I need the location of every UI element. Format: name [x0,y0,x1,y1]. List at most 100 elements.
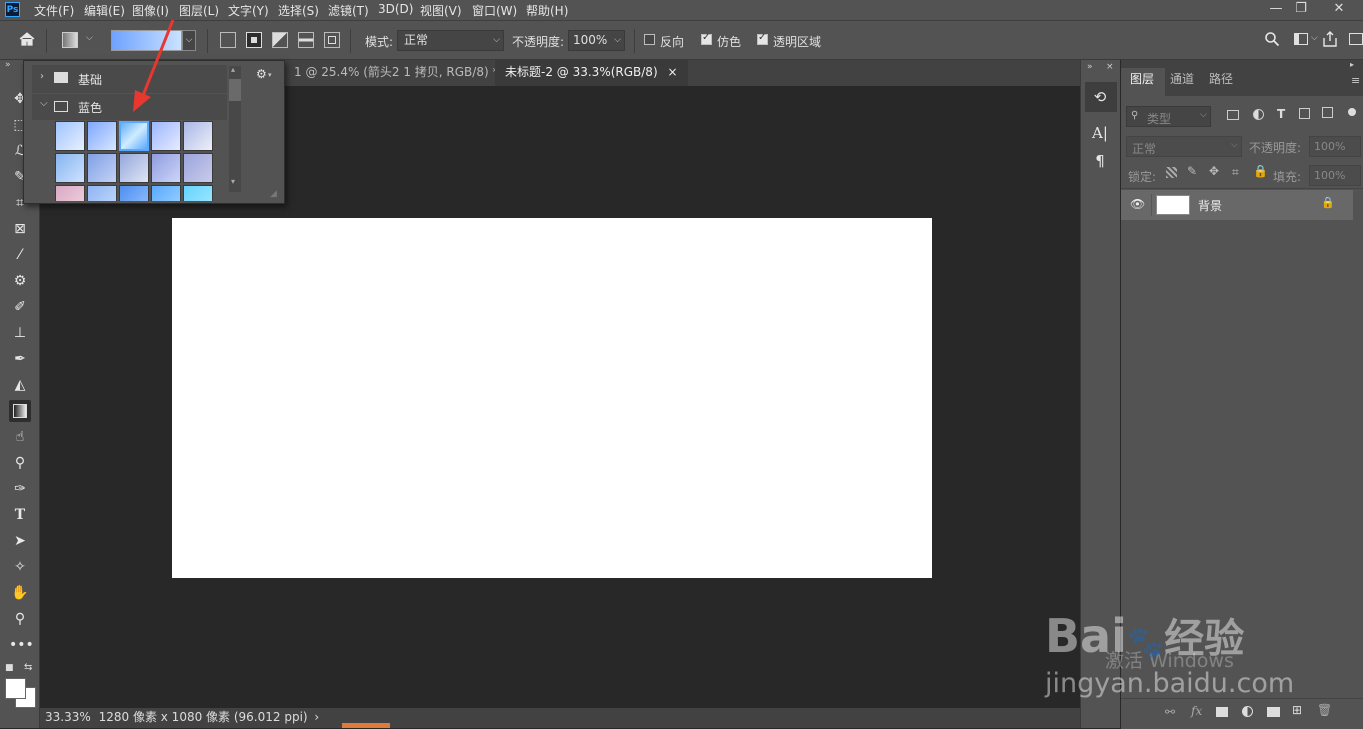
chevron-down-icon[interactable]: ⌵ [86,33,93,43]
mode-select[interactable]: 正常 ⌵ [397,30,504,51]
collapse-icon[interactable]: » [5,60,11,70]
document-canvas[interactable] [172,218,932,578]
tab-document-1[interactable]: 1 @ 25.4% (箭头2 1 拷贝, RGB/8) * × [284,60,528,86]
menu-type[interactable]: 文字(Y) [228,2,269,19]
pen-tool-icon[interactable]: ✑ [9,478,31,500]
menu-edit[interactable]: 编辑(E) [84,2,125,19]
filter-shape-icon[interactable] [1299,108,1310,119]
menu-filter[interactable]: 滤镜(T) [328,2,369,19]
menu-layer[interactable]: 图层(L) [179,2,219,19]
expand-icon[interactable]: » [1087,62,1093,72]
gradient-swatch-selected[interactable] [119,121,149,151]
layer-filter-select[interactable]: ⚲ 类型 ⌵ [1126,106,1211,127]
gradient-swatch[interactable] [183,121,213,151]
scrollbar-thumb[interactable] [229,79,241,101]
chevron-right-icon[interactable]: › [40,71,44,82]
chevron-down-icon[interactable]: ⌵ [40,98,48,109]
lock-transparent-icon[interactable] [1166,167,1177,178]
chevron-down-icon[interactable]: ⌵ [1311,33,1318,43]
gradient-swatch[interactable] [183,185,213,201]
tab-paths[interactable]: 路径 [1209,70,1233,87]
healing-tool-icon[interactable]: ⚙ [9,270,31,292]
scroll-up-icon[interactable]: ▴ [231,65,235,74]
lock-artboard-icon[interactable]: ⌗ [1232,165,1239,180]
filter-smartobject-icon[interactable] [1322,107,1333,118]
brush-tool-icon[interactable]: ✐ [9,296,31,318]
history-icon[interactable]: ⟲ [1089,86,1111,108]
minimize-button[interactable]: — [1265,0,1287,18]
folder-icon[interactable] [1267,707,1280,717]
filter-type-icon[interactable]: T [1277,107,1285,121]
close-window-button[interactable]: ✕ [1328,0,1350,18]
diamond-gradient-icon[interactable] [324,32,340,48]
dither-checkbox[interactable] [701,32,712,45]
layer-name[interactable]: 背景 [1198,197,1222,214]
dodge-tool-icon[interactable]: ⚲ [9,452,31,474]
photoshop-logo[interactable]: Ps [5,2,20,17]
smudge-tool-icon[interactable]: ☝ [9,426,31,448]
path-select-tool-icon[interactable]: ➤ [9,530,31,552]
filter-adjustment-icon[interactable] [1253,109,1264,120]
swap-colors-icon[interactable]: ⇆ [24,662,32,673]
radial-gradient-icon[interactable] [246,32,262,48]
layer-opacity-field[interactable]: 100% [1309,136,1361,157]
paragraph-icon[interactable]: ¶ [1089,150,1111,172]
fx-icon[interactable]: fx [1191,704,1202,718]
gradient-swatch[interactable] [87,185,117,201]
eraser-tool-icon[interactable]: ◭ [9,374,31,396]
lock-all-icon[interactable]: 🔒 [1253,164,1268,178]
gradient-swatch[interactable] [87,153,117,183]
trash-icon[interactable]: 🗑 [1317,703,1332,717]
fill-field[interactable]: 100% [1309,165,1361,186]
foreground-color-swatch[interactable] [5,678,26,699]
workspace-icon[interactable] [1294,33,1308,45]
menu-select[interactable]: 选择(S) [278,2,319,19]
opacity-field[interactable]: 100% ⌵ [568,30,625,51]
shape-tool-icon[interactable]: ✧ [9,556,31,578]
eye-icon[interactable]: 👁 [1130,197,1145,211]
restore-button[interactable]: ❐ [1290,0,1312,18]
linear-gradient-icon[interactable] [220,32,236,48]
gradient-swatch[interactable] [151,121,181,151]
lock-position-icon[interactable]: ✥ [1209,164,1219,178]
zoom-tool-icon[interactable]: ⚲ [9,608,31,630]
gradient-tool-icon[interactable] [9,400,31,422]
character-icon[interactable]: A| [1089,122,1111,144]
gradient-swatch[interactable] [151,185,181,201]
tab-layers[interactable]: 图层 [1130,70,1154,87]
new-layer-icon[interactable]: ⊞ [1292,703,1302,717]
menu-file[interactable]: 文件(F) [34,2,74,19]
default-colors-icon[interactable]: ■ [5,663,14,673]
close-icon[interactable]: × [1106,62,1114,72]
gradient-swatch[interactable] [55,121,85,151]
stamp-tool-icon[interactable]: ⊥ [9,322,31,344]
tab-channels[interactable]: 通道 [1170,70,1194,87]
menu-image[interactable]: 图像(I) [132,2,169,19]
history-brush-tool-icon[interactable]: ✒ [9,348,31,370]
eyedropper-tool-icon[interactable]: ⁄ [9,244,31,266]
reverse-checkbox[interactable] [644,34,655,45]
gradient-swatch[interactable] [55,153,85,183]
panel-menu-icon[interactable]: ≡ [1351,74,1360,87]
lock-pixels-icon[interactable]: ✎ [1187,164,1197,178]
filter-pixel-icon[interactable] [1227,110,1239,120]
more-tools-icon[interactable]: ••• [9,634,34,656]
menu-help[interactable]: 帮助(H) [526,2,568,19]
panel-toggle-icon[interactable] [1349,33,1363,45]
adjustment-icon[interactable] [1242,706,1253,717]
transparency-checkbox[interactable] [757,32,768,45]
link-icon[interactable]: ⚯ [1165,705,1175,719]
blend-mode-select[interactable]: 正常 ⌵ [1126,136,1242,157]
gradient-swatch[interactable] [119,153,149,183]
gradient-swatch[interactable] [119,185,149,201]
search-icon[interactable] [1264,31,1280,50]
gradient-tool-preset-icon[interactable] [62,32,78,48]
hand-tool-icon[interactable]: ✋ [9,582,31,604]
zoom-level[interactable]: 33.33% [45,710,91,724]
home-icon[interactable] [18,30,36,51]
type-tool-icon[interactable]: T [9,504,31,526]
reflected-gradient-icon[interactable] [298,32,314,48]
tab-document-2[interactable]: 未标题-2 @ 33.3%(RGB/8) × [495,60,688,86]
gradient-swatch[interactable] [183,153,213,183]
frame-tool-icon[interactable]: ⊠ [9,218,31,240]
